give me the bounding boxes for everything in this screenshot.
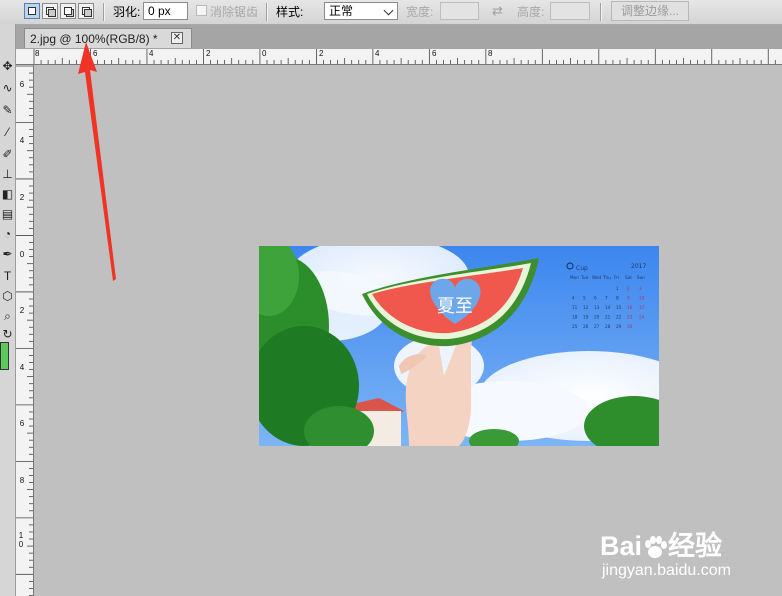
watermark-url: jingyan.baidu.com [602,562,731,579]
watermark-logo-left: Bai [600,531,643,561]
baidu-paw-icon [645,535,668,558]
watermark-logo-right: 经验 [668,531,723,561]
annotation-arrow [78,42,116,281]
baidu-watermark: Bai 经验 jingyan.baidu.com [600,520,770,590]
baidu-jingyan-logo: Bai 经验 [600,524,722,563]
